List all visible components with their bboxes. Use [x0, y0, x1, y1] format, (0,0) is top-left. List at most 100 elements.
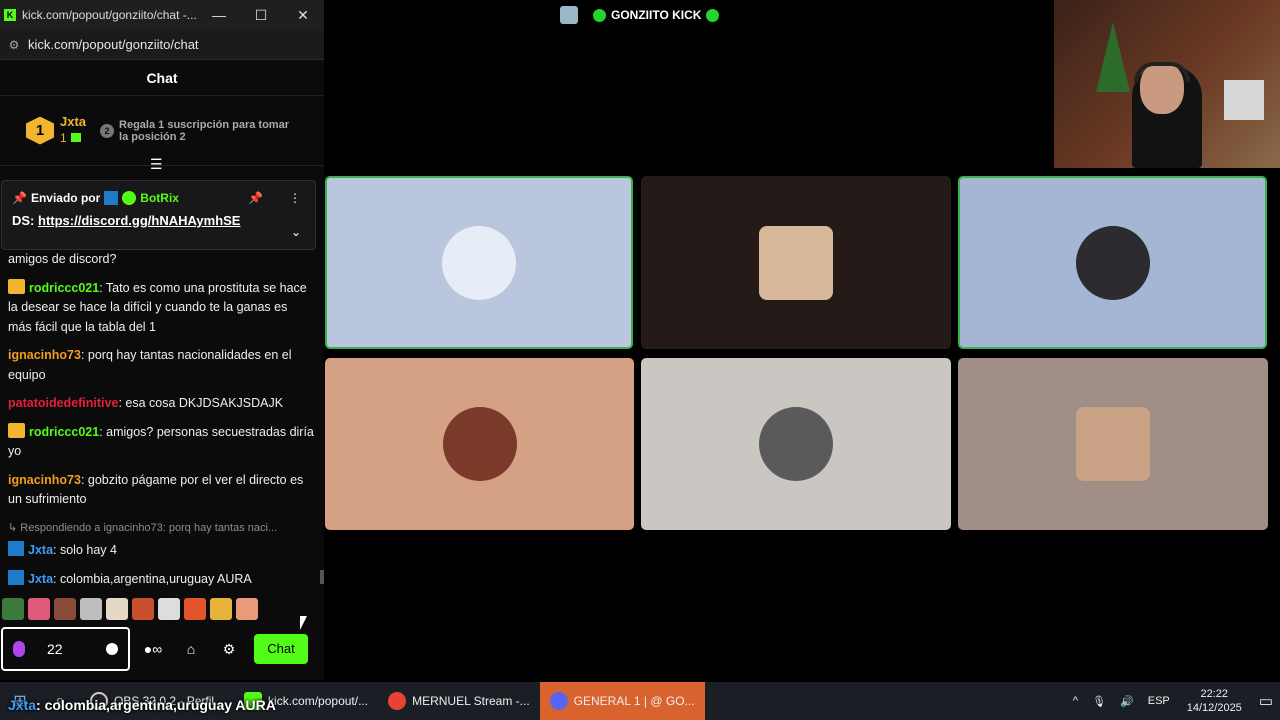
chat-message: ignacinho73: porq hay tantas nacionalida…	[8, 346, 314, 385]
emote-icon[interactable]	[2, 598, 24, 620]
settings-gear-icon[interactable]: ⚙	[214, 641, 244, 658]
chat-popout-window: K kick.com/popout/gonziito/chat -... — ☐…	[0, 0, 324, 680]
discord-link[interactable]: https://discord.gg/hNAHAymhSE	[38, 213, 240, 228]
live-dot-icon	[706, 8, 720, 22]
message-text: : solo hay 4	[53, 543, 117, 557]
clock-time: 22:22	[1200, 688, 1229, 700]
participant-tile[interactable]	[325, 176, 633, 349]
volume-icon[interactable]: 🔊	[1120, 695, 1134, 708]
rank-2-text: Regala 1 suscripción para tomar la posic…	[119, 118, 289, 143]
maximize-button[interactable]: ☐	[240, 7, 282, 24]
pin-icon: 📌	[12, 191, 27, 205]
webcam-feed	[1054, 0, 1280, 168]
reply-context[interactable]: ↳ Respondiendo a ignacinho73: porq hay t…	[8, 519, 314, 539]
chat-message: rodriccc021: amigos? personas secuestrad…	[8, 422, 314, 462]
bot-badge-icon	[104, 191, 119, 205]
crown-badge-icon	[8, 278, 25, 294]
minimize-button[interactable]: —	[198, 7, 240, 23]
emote-icon[interactable]	[28, 598, 50, 620]
participant-avatar	[1075, 225, 1150, 300]
verified-icon	[122, 191, 137, 205]
chat-input[interactable]: 22	[1, 627, 130, 671]
window-title: kick.com/popout/gonziito/chat -...	[22, 8, 197, 22]
reply-text: Respondiendo a ignacinho73: porq hay tan…	[20, 521, 278, 534]
username[interactable]: patatoidedefinitive	[8, 396, 118, 410]
gift-icon	[70, 133, 81, 142]
chevron-down-icon[interactable]: ⌄	[291, 225, 301, 239]
participant-avatar	[1076, 407, 1150, 481]
expand-leaderboard-icon[interactable]: ☰	[150, 156, 163, 173]
taskbar-app-label: GENERAL 1 | @ GO...	[573, 694, 695, 708]
site-settings-icon[interactable]: ⚙	[0, 38, 28, 52]
pinned-message: 📌 Enviado por BotRix 📌 ⋮ DS: https://dis…	[1, 180, 316, 250]
emote-icon[interactable]	[54, 598, 76, 620]
kick-points-icon[interactable]: ●∞	[138, 641, 168, 657]
pinned-prefix: DS:	[12, 213, 35, 228]
leader-entry: Jxta 1	[60, 114, 86, 147]
emote-icon[interactable]	[158, 598, 180, 620]
window-titlebar: K kick.com/popout/gonziito/chat -... — ☐…	[0, 0, 324, 30]
send-chat-button[interactable]: Chat	[254, 634, 308, 664]
notifications-icon[interactable]: ▭	[1259, 692, 1273, 710]
clock[interactable]: 22:22 14/12/2025	[1187, 687, 1242, 715]
rank-1-badge: 1	[26, 116, 54, 145]
emote-icon[interactable]	[106, 598, 128, 620]
taskbar-app[interactable]: GENERAL 1 | @ GO...	[539, 682, 705, 720]
unpin-icon[interactable]: 📌	[248, 191, 263, 205]
participant-tile[interactable]	[958, 176, 1267, 349]
taskbar-app[interactable]: MERNUEL Stream -...	[378, 682, 540, 720]
microphone-icon[interactable]: 🎙	[1092, 695, 1106, 708]
taskbar-app-label: kick.com/popout/...	[268, 694, 369, 708]
emote-icon[interactable]	[236, 598, 258, 620]
chat-input-row: 22 ●∞ ⌂ ⚙ Chat	[0, 627, 324, 671]
message-text: amigos de discord?	[8, 252, 117, 266]
username[interactable]: ignacinho73	[8, 348, 81, 362]
participant-tile[interactable]	[958, 358, 1268, 530]
leader-name[interactable]: Jxta	[60, 114, 86, 129]
quick-emotes-bar	[2, 598, 258, 620]
chat-scrollbar[interactable]	[320, 570, 324, 584]
leader-count: 1	[60, 131, 67, 145]
overlay-text: : colombia,argentina,uruguay AURA	[36, 697, 276, 713]
bot-name[interactable]: BotRix	[140, 191, 179, 205]
chrome-icon	[388, 692, 407, 710]
store-icon[interactable]: ⌂	[176, 641, 206, 657]
emoji-picker-icon[interactable]	[106, 643, 118, 655]
chat-message: Jxta: solo hay 4	[8, 541, 314, 561]
address-bar[interactable]: ⚙ kick.com/popout/gonziito/chat	[0, 30, 324, 60]
live-dot-icon	[593, 8, 606, 22]
emote-icon[interactable]	[210, 598, 232, 620]
background-monitor	[1224, 80, 1264, 120]
username[interactable]: Jxta	[28, 543, 53, 557]
message-text: : esa cosa DKJDSAKJSDAJK	[118, 396, 284, 410]
emote-icon[interactable]	[132, 598, 154, 620]
chevron-up-icon[interactable]: ^	[1073, 695, 1078, 707]
username[interactable]: rodriccc021	[29, 281, 99, 295]
chat-message: rodriccc021: Tato es como una prostituta…	[8, 278, 314, 338]
chat-message: Jxta: colombia,argentina,uruguay AURA	[8, 569, 314, 590]
username[interactable]: Jxta	[28, 572, 53, 586]
chat-messages: amigos de discord? rodriccc021: Tato es …	[0, 250, 322, 598]
channel-icon	[560, 6, 578, 24]
participant-tile[interactable]	[641, 358, 951, 530]
close-button[interactable]: ✕	[282, 7, 324, 24]
more-options-icon[interactable]: ⋮	[289, 191, 301, 205]
message-text: : colombia,argentina,uruguay AURA	[53, 571, 252, 586]
language-indicator[interactable]: ESP	[1148, 695, 1170, 707]
participant-avatar	[442, 407, 517, 481]
system-tray: ^ 🎙 🔊 ESP 22:22 14/12/2025 ▭	[1066, 682, 1280, 720]
username[interactable]: rodriccc021	[29, 425, 99, 439]
chat-input-value[interactable]: 22	[47, 641, 106, 657]
microphone-icon[interactable]	[13, 641, 25, 657]
participant-avatar	[759, 225, 833, 300]
overlay-username: Jxta	[8, 697, 37, 713]
url-text: kick.com/popout/gonziito/chat	[28, 37, 199, 52]
christmas-tree	[1096, 22, 1130, 92]
participant-tile[interactable]	[641, 176, 951, 349]
emote-icon[interactable]	[80, 598, 102, 620]
username[interactable]: ignacinho73	[8, 473, 81, 487]
sub-badge-icon	[8, 569, 24, 585]
emote-icon[interactable]	[184, 598, 206, 620]
sub-badge-icon	[8, 541, 24, 556]
participant-tile[interactable]	[325, 358, 634, 530]
